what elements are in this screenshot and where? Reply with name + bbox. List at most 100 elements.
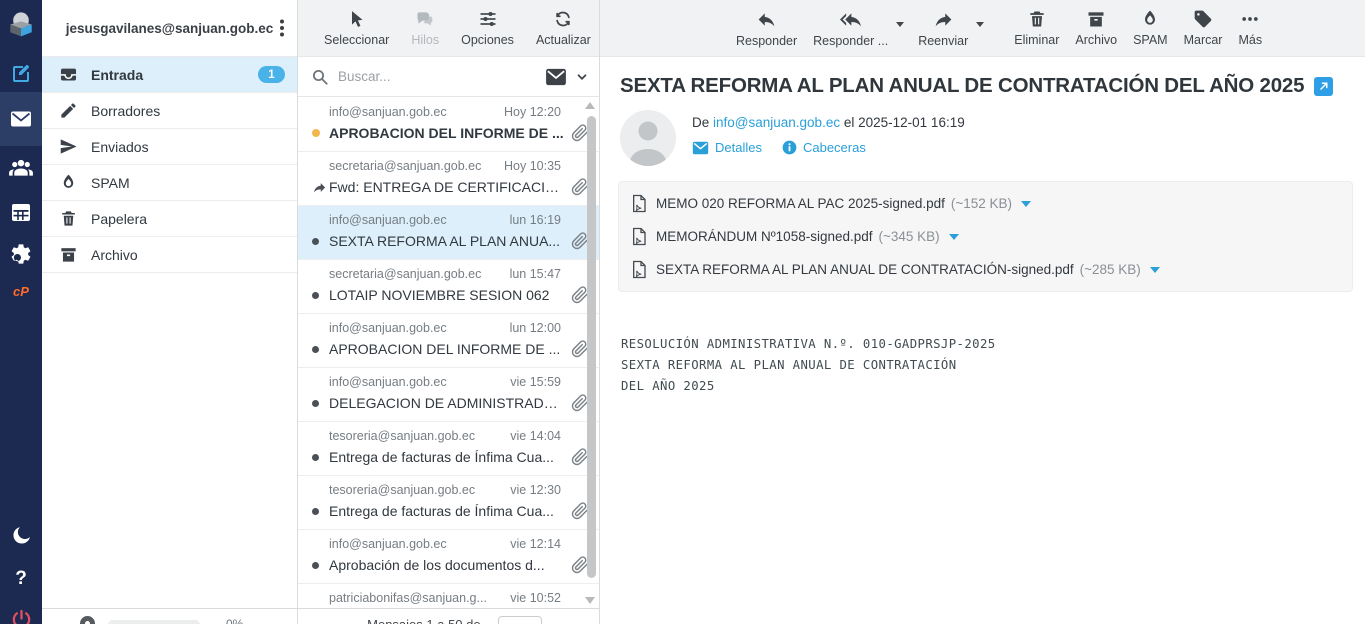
search-input[interactable] xyxy=(338,69,545,84)
envelope-icon xyxy=(692,141,709,155)
message-row[interactable]: info@sanjuan.gob.eclun 12:00 APROBACION … xyxy=(298,314,599,368)
delete-button[interactable]: Eliminar xyxy=(1006,0,1067,47)
status-dot-icon[interactable] xyxy=(312,400,329,407)
folder-label: Papelera xyxy=(91,211,147,227)
forwarded-arrow-icon[interactable] xyxy=(312,180,329,195)
options-button[interactable]: Opciones xyxy=(453,0,522,47)
attachments-box: MEMO 020 REFORMA AL PAC 2025-signed.pdf … xyxy=(618,181,1353,292)
help-icon[interactable]: ? xyxy=(0,564,42,594)
message-row[interactable]: secretaria@sanjuan.gob.ecHoy 10:35 Fwd: … xyxy=(298,152,599,206)
more-button[interactable]: Más xyxy=(1230,0,1270,47)
mail-icon[interactable] xyxy=(0,92,42,146)
status-dot-icon[interactable] xyxy=(312,562,329,569)
mail-subject: SEXTA REFORMA AL PLAN ANUAL DE CONTRATAC… xyxy=(620,74,1304,98)
message-list-panel: Seleccionar Hilos Opciones xyxy=(298,0,600,624)
scroll-down-arrow[interactable] xyxy=(585,597,595,604)
archive-icon xyxy=(59,245,78,264)
folder-trash[interactable]: Papelera xyxy=(42,201,297,237)
status-dot-icon[interactable] xyxy=(312,454,329,461)
account-menu-kebab-icon[interactable] xyxy=(273,17,291,39)
mail-date: 2025-12-01 16:19 xyxy=(858,115,965,130)
folder-label: Archivo xyxy=(91,247,138,263)
pdf-file-icon xyxy=(631,194,647,213)
attachment-name[interactable]: MEMO 020 REFORMA AL PAC 2025-signed.pdf xyxy=(656,196,945,211)
attachment-item[interactable]: MEMO 020 REFORMA AL PAC 2025-signed.pdf … xyxy=(619,187,1352,220)
attachment-dropdown-caret[interactable] xyxy=(1021,201,1031,207)
mail-body: RESOLUCIÓN ADMINISTRATIVA N.º. 010-GADPR… xyxy=(621,334,1345,397)
logout-power-icon[interactable] xyxy=(0,604,42,624)
search-options-chevron-icon[interactable] xyxy=(575,70,589,84)
cpanel-icon[interactable]: cP xyxy=(0,278,42,304)
folder-inbox[interactable]: Entrada 1 xyxy=(42,57,297,93)
contacts-icon[interactable] xyxy=(0,152,42,184)
dark-mode-moon-icon[interactable] xyxy=(0,520,42,550)
archive-icon xyxy=(1086,9,1106,29)
folder-drafts[interactable]: Borradores xyxy=(42,93,297,129)
attachment-dropdown-caret[interactable] xyxy=(1150,267,1160,273)
inbox-icon xyxy=(59,65,78,84)
mail-content-panel: Responder Responder ... Reenviar xyxy=(600,0,1365,624)
message-row[interactable]: info@sanjuan.gob.ecvie 12:14 Aprobación … xyxy=(298,530,599,584)
attachment-dropdown-caret[interactable] xyxy=(949,234,959,240)
folder-label: SPAM xyxy=(91,175,130,191)
message-row[interactable]: info@sanjuan.gob.ecvie 15:59 DELEGACION … xyxy=(298,368,599,422)
trash-icon xyxy=(59,209,78,228)
open-in-new-window-icon[interactable] xyxy=(1314,77,1333,96)
cpanel-label: cP xyxy=(13,284,29,299)
scroll-up-arrow[interactable] xyxy=(585,102,595,109)
folder-spam[interactable]: SPAM xyxy=(42,165,297,201)
folder-sent[interactable]: Enviados xyxy=(42,129,297,165)
select-button[interactable]: Seleccionar xyxy=(316,0,397,47)
list-scrollbar-thumb[interactable] xyxy=(587,116,596,578)
forward-button[interactable]: Reenviar xyxy=(910,0,976,48)
account-header: jesusgavilanes@sanjuan.gob.ec xyxy=(42,0,297,57)
calendar-icon[interactable] xyxy=(0,196,42,228)
message-row[interactable]: tesoreria@sanjuan.gob.ecvie 14:04 Entreg… xyxy=(298,422,599,476)
folder-label: Borradores xyxy=(91,103,160,119)
details-link[interactable]: Detalles xyxy=(692,140,762,155)
forward-icon xyxy=(933,9,954,30)
attachment-item[interactable]: SEXTA REFORMA AL PLAN ANUAL DE CONTRATAC… xyxy=(619,253,1352,286)
message-row-selected[interactable]: info@sanjuan.gob.eclun 16:19 SEXTA REFOR… xyxy=(298,206,599,260)
folder-archive[interactable]: Archivo xyxy=(42,237,297,273)
account-email: jesusgavilanes@sanjuan.gob.ec xyxy=(66,21,274,36)
spam-button[interactable]: SPAM xyxy=(1125,0,1176,47)
sender-avatar xyxy=(620,110,676,166)
tag-icon xyxy=(1193,9,1213,29)
reply-button[interactable]: Responder xyxy=(728,0,805,48)
reply-all-icon xyxy=(840,9,861,30)
settings-gear-icon[interactable] xyxy=(0,238,42,270)
message-list: info@sanjuan.gob.ecHoy 12:20 APROBACION … xyxy=(298,98,599,608)
trash-icon xyxy=(1027,9,1047,29)
attachment-name[interactable]: MEMORÁNDUM Nº1058-signed.pdf xyxy=(656,229,873,244)
archive-button[interactable]: Archivo xyxy=(1067,0,1125,47)
threads-button[interactable]: Hilos xyxy=(403,0,447,47)
unread-count-badge: 1 xyxy=(258,66,285,83)
page-number-input[interactable] xyxy=(498,616,542,624)
folder-label: Enviados xyxy=(91,139,149,155)
message-row[interactable]: info@sanjuan.gob.ecHoy 12:20 APROBACION … xyxy=(298,98,599,152)
attachment-item[interactable]: MEMORÁNDUM Nº1058-signed.pdf (~345 KB) xyxy=(619,220,1352,253)
refresh-icon xyxy=(553,9,573,29)
status-dot-icon[interactable] xyxy=(312,238,329,245)
attachment-size: (~285 KB) xyxy=(1080,262,1141,277)
status-dot-icon[interactable] xyxy=(312,346,329,353)
unread-dot-icon[interactable] xyxy=(312,129,329,137)
message-row[interactable]: tesoreria@sanjuan.gob.ecvie 12:30 Entreg… xyxy=(298,476,599,530)
reply-all-button[interactable]: Responder ... xyxy=(805,0,896,48)
forward-dropdown-caret[interactable] xyxy=(976,22,984,27)
refresh-button[interactable]: Actualizar xyxy=(528,0,599,47)
quota-gauge-icon xyxy=(80,616,95,624)
message-row[interactable]: patriciabonifas@sanjuan.g...vie 10:52 xyxy=(298,584,599,608)
search-scope-mail-icon[interactable] xyxy=(545,68,567,86)
status-dot-icon[interactable] xyxy=(312,508,329,515)
headers-link[interactable]: Cabeceras xyxy=(782,140,866,155)
chat-bubbles-icon xyxy=(415,9,435,29)
message-row[interactable]: secretaria@sanjuan.gob.eclun 15:47 LOTAI… xyxy=(298,260,599,314)
compose-icon[interactable] xyxy=(0,58,42,90)
mark-button[interactable]: Marcar xyxy=(1176,0,1231,47)
status-dot-icon[interactable] xyxy=(312,292,329,299)
sender-email-link[interactable]: info@sanjuan.gob.ec xyxy=(713,115,840,130)
attachment-name[interactable]: SEXTA REFORMA AL PLAN ANUAL DE CONTRATAC… xyxy=(656,262,1074,277)
reply-all-dropdown-caret[interactable] xyxy=(896,22,904,27)
